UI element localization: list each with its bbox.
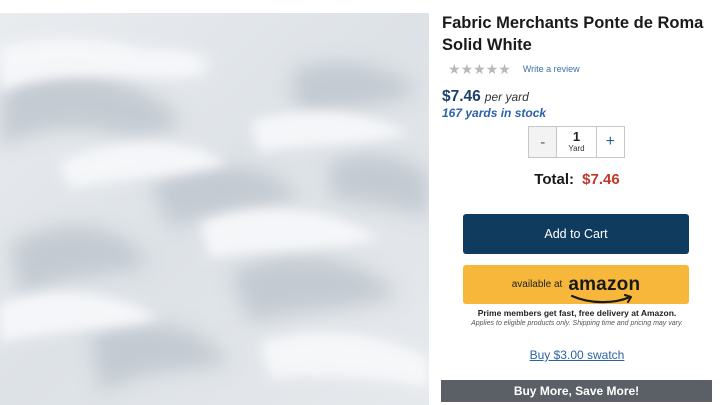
order-total: Total: $7.46 — [442, 171, 712, 188]
price-unit: per yard — [484, 90, 529, 104]
decrement-button[interactable]: - — [528, 126, 558, 158]
rating-row: ★ ★ ★ ★ ★ Write a review — [448, 61, 580, 77]
product-image — [0, 13, 429, 405]
prime-note: Prime members get fast, free delivery at… — [477, 308, 677, 318]
buy-more-banner[interactable]: Buy More, Save More! — [441, 380, 712, 402]
quantity-stepper: - 1 Yard + — [528, 126, 625, 158]
prime-disclaimer: Applies to eligible products only. Shipp… — [471, 320, 683, 327]
increment-button[interactable]: + — [595, 126, 625, 158]
amazon-smile-icon — [571, 293, 633, 303]
star-icon: ★ — [498, 61, 511, 77]
star-icon: ★ — [473, 61, 486, 77]
amazon-logo: amazon — [568, 273, 641, 303]
star-rating[interactable]: ★ ★ ★ ★ ★ — [448, 62, 511, 76]
amazon-logo-text: amazon — [568, 273, 641, 295]
add-to-cart-button[interactable]: Add to Cart — [463, 214, 689, 254]
star-icon: ★ — [448, 61, 461, 77]
buy-swatch-link[interactable]: Buy $3.00 swatch — [442, 348, 712, 362]
quantity-input[interactable]: 1 Yard — [557, 126, 596, 158]
write-review-link[interactable]: Write a review — [523, 64, 580, 74]
product-title: Fabric Merchants Ponte de Roma Solid Whi… — [442, 14, 704, 54]
star-icon: ★ — [460, 61, 474, 77]
price-row: $7.46 per yard — [442, 88, 529, 106]
quantity-value: 1 — [572, 129, 581, 144]
stock-status: 167 yards in stock — [442, 106, 547, 120]
star-icon: ★ — [485, 61, 499, 77]
quantity-unit: Yard — [568, 144, 585, 153]
amazon-prefix: available at — [511, 279, 563, 290]
amazon-button[interactable]: available at amazon — [463, 265, 689, 304]
total-value: $7.46 — [582, 171, 620, 188]
fabric-illustration — [0, 13, 429, 405]
total-label: Total: — [534, 171, 574, 188]
price: $7.46 — [442, 88, 481, 105]
